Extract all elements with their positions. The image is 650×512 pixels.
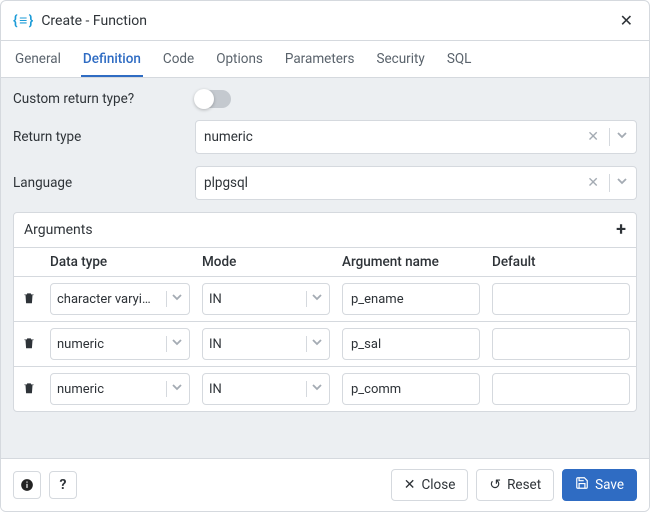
info-button[interactable] <box>13 471 41 499</box>
arg-mode-value: IN <box>209 292 302 307</box>
save-button[interactable]: Save <box>562 469 637 501</box>
arg-default-input[interactable] <box>492 328 630 360</box>
arguments-header: Arguments + <box>14 213 636 248</box>
arg-data-type-select[interactable]: numeric <box>50 328 190 360</box>
dialog-title: Create - Function <box>41 13 147 29</box>
dialog-body: Custom return type? Return type numeric … <box>1 78 649 458</box>
arguments-panel: Arguments + Data type Mode Argument name… <box>13 212 637 412</box>
chevron-down-icon[interactable] <box>171 381 183 397</box>
save-button-label: Save <box>595 477 624 493</box>
select-return-type-value: numeric <box>204 129 587 145</box>
close-icon: ✕ <box>404 477 416 493</box>
arg-name-input[interactable] <box>342 373 480 405</box>
chevron-down-icon[interactable] <box>171 336 183 352</box>
tab-sql[interactable]: SQL <box>445 41 474 77</box>
tab-parameters[interactable]: Parameters <box>283 41 357 77</box>
chevron-down-icon[interactable] <box>171 291 183 307</box>
arg-data-type-value: numeric <box>57 337 162 352</box>
tab-security[interactable]: Security <box>374 41 426 77</box>
tab-definition[interactable]: Definition <box>81 41 143 77</box>
reset-button[interactable]: ↺ Reset <box>476 469 554 501</box>
add-argument-button[interactable]: + <box>616 221 626 239</box>
arg-mode-value: IN <box>209 382 302 397</box>
clear-icon[interactable]: ✕ <box>587 129 599 145</box>
arg-default-input[interactable] <box>492 283 630 315</box>
select-language[interactable]: plpgsql ✕ <box>195 166 637 200</box>
row-custom-return-type: Custom return type? <box>13 90 637 108</box>
tab-bar: General Definition Code Options Paramete… <box>1 41 649 78</box>
tab-options[interactable]: Options <box>214 41 265 77</box>
chevron-down-icon[interactable] <box>311 336 323 352</box>
help-button[interactable]: ? <box>49 471 77 499</box>
toggle-custom-return-type[interactable] <box>195 90 231 108</box>
close-button[interactable]: ✕ Close <box>391 469 469 501</box>
arg-mode-select[interactable]: IN <box>202 373 330 405</box>
table-row: character varyi… IN <box>14 277 636 322</box>
label-language: Language <box>13 175 183 191</box>
save-icon <box>575 476 589 494</box>
arg-mode-select[interactable]: IN <box>202 328 330 360</box>
label-return-type: Return type <box>13 129 183 145</box>
arg-data-type-select[interactable]: character varyi… <box>50 283 190 315</box>
reset-icon: ↺ <box>489 477 501 493</box>
arg-name-input[interactable] <box>342 283 480 315</box>
arg-data-type-value: character varyi… <box>57 292 162 307</box>
row-language: Language plpgsql ✕ <box>13 166 637 200</box>
delete-row-button[interactable] <box>20 289 38 307</box>
chevron-down-icon[interactable] <box>616 129 628 145</box>
close-icon[interactable]: ✕ <box>616 9 637 32</box>
dialog-footer: ? ✕ Close ↺ Reset Save <box>1 458 649 511</box>
select-return-type[interactable]: numeric ✕ <box>195 120 637 154</box>
arg-data-type-select[interactable]: numeric <box>50 373 190 405</box>
function-icon: { ≡ } <box>13 12 33 29</box>
arg-default-input[interactable] <box>492 373 630 405</box>
close-button-label: Close <box>421 477 455 493</box>
chevron-down-icon[interactable] <box>311 381 323 397</box>
tab-general[interactable]: General <box>13 41 63 77</box>
row-return-type: Return type numeric ✕ <box>13 120 637 154</box>
reset-button-label: Reset <box>507 477 541 493</box>
arg-mode-value: IN <box>209 337 302 352</box>
col-header-argument-name: Argument name <box>336 248 486 277</box>
delete-row-button[interactable] <box>20 334 38 352</box>
col-header-mode: Mode <box>196 248 336 277</box>
arg-name-input[interactable] <box>342 328 480 360</box>
arguments-label: Arguments <box>24 222 93 238</box>
create-function-dialog: { ≡ } Create - Function ✕ General Defini… <box>0 0 650 512</box>
table-row: numeric IN <box>14 322 636 367</box>
arg-data-type-value: numeric <box>57 382 162 397</box>
table-row: numeric IN <box>14 367 636 412</box>
arg-mode-select[interactable]: IN <box>202 283 330 315</box>
chevron-down-icon[interactable] <box>616 175 628 191</box>
chevron-down-icon[interactable] <box>311 291 323 307</box>
col-header-default: Default <box>486 248 636 277</box>
arguments-table: Data type Mode Argument name Default cha… <box>14 248 636 411</box>
col-header-data-type: Data type <box>44 248 196 277</box>
select-language-value: plpgsql <box>204 175 587 191</box>
clear-icon[interactable]: ✕ <box>587 175 599 191</box>
titlebar: { ≡ } Create - Function ✕ <box>1 1 649 41</box>
delete-row-button[interactable] <box>20 379 38 397</box>
label-custom-return-type: Custom return type? <box>13 91 183 107</box>
tab-code[interactable]: Code <box>161 41 196 77</box>
